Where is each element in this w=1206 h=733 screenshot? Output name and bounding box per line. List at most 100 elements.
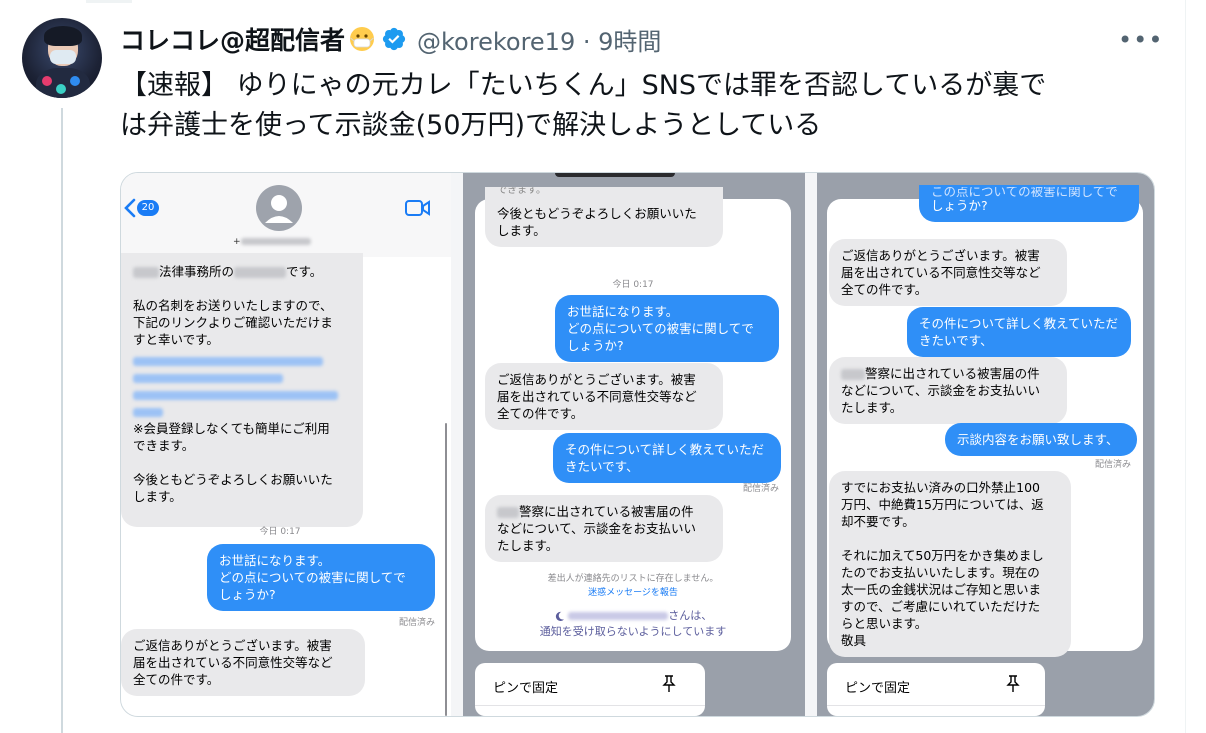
message-line: できます。 — [497, 187, 546, 195]
message-line: らと思います。 — [841, 616, 928, 631]
message-timestamp: 今日 0:17 — [612, 280, 654, 290]
message-line: ご返信ありがとうございます。被害 — [841, 248, 1040, 263]
message-line: 太一氏の金銭状況はご存知と思いま — [841, 582, 1042, 597]
message-line: それに加えて50万円をかき集めまし — [841, 548, 1044, 563]
video-camera-icon[interactable] — [405, 199, 431, 217]
tweet-text-line: 【速報】 ゆりにゃの元カレ「たいちくん」SNSでは罪を否認しているが裏で — [120, 70, 1047, 101]
screenshot-panel-1: 20 + 法律事務所の です。 私の名刺をお送りいたしますので、 下記のリンクより… — [121, 173, 451, 716]
incoming-message: 法律事務所の です。 私の名刺をお送りいたしますので、 下記のリンクよりご確認いた… — [121, 253, 363, 527]
outgoing-message: その件について詳しく教えていただ きたいです、 — [907, 307, 1131, 357]
outgoing-message: 示談内容をお願い致します、 — [945, 423, 1137, 456]
avatar-decoration — [42, 76, 52, 86]
incoming-message: 警察に出されている被害届の件 などについて、示談金をお支払いい たします。 — [485, 495, 723, 562]
message-line: しょうか? — [931, 198, 988, 213]
pin-icon — [662, 675, 676, 692]
message-line: 警察に出されている被害届の件 — [841, 365, 1055, 382]
message-line: します。 — [497, 223, 546, 238]
message-line: しょうか? — [219, 587, 276, 602]
unknown-sender-notice: 差出人が連絡先のリストに存在しません。 — [547, 574, 719, 584]
notch — [555, 173, 675, 177]
message-line: 今後ともどうぞよろしくお願いいた — [497, 206, 697, 221]
message-line: 警察に出されている被害届の件 — [497, 503, 711, 520]
message-line: その件について詳しく教えていただ — [919, 316, 1119, 331]
tweet-media[interactable]: 20 + 法律事務所の です。 私の名刺をお送りいたしますので、 下記のリンクより… — [120, 172, 1155, 717]
message-line: 全ての件です。 — [497, 406, 584, 421]
contact-number: + — [233, 237, 311, 247]
outgoing-message: お世話になります。 どの点についての被害に関してで しょうか? — [207, 544, 435, 611]
delivered-status: 配信済み — [743, 484, 780, 494]
redacted-link[interactable] — [133, 352, 351, 420]
incoming-message: 警察に出されている被害届の件 などについて、示談金をお支払いい たします。 — [829, 357, 1067, 424]
message-line: 私の名刺をお送りいたしますので、 — [133, 298, 333, 313]
incoming-message: ご返信ありがとうございます。被害 届を出されている不同意性交等など 全ての件です… — [485, 363, 723, 430]
redacted-number — [240, 238, 311, 245]
handle-and-time[interactable]: @korekore19 · 9時間 — [417, 22, 661, 57]
report-junk-link[interactable]: 迷惑メッセージを報告 — [475, 585, 791, 598]
message-line: などについて、示談金をお支払いい — [497, 521, 697, 536]
display-name[interactable]: コレコレ@超配信者 — [120, 21, 345, 57]
message-line: たします。 — [497, 538, 559, 553]
message-line: ご返信ありがとうございます。被害 — [133, 638, 332, 653]
verified-badge-icon — [382, 27, 406, 51]
message-line: できます。 — [133, 438, 195, 453]
message-line: などについて、示談金をお支払いい — [841, 383, 1041, 398]
message-line: お世話になります。 — [219, 553, 331, 568]
message-line: ※会員登録しなくても簡単にご利用 — [133, 421, 330, 436]
message-line: 全ての件です。 — [841, 282, 928, 297]
delivered-status: 配信済み — [399, 618, 436, 628]
plus-sign: + — [233, 237, 241, 247]
incoming-message: ご返信ありがとうございます。被害 届を出されている不同意性交等など 全ての件です… — [121, 629, 365, 696]
message-text: 警察に出されている被害届の件 — [519, 504, 694, 519]
avatar-decoration — [70, 76, 80, 86]
message-line: 示談内容をお願い致します、 — [957, 432, 1119, 447]
tweet-header: コレコレ@超配信者 @korekore19 · 9時間 — [120, 18, 661, 60]
contact-avatar-icon[interactable] — [256, 185, 302, 231]
user-avatar[interactable] — [22, 18, 102, 98]
tweet-text-line: は弁護士を使って示談金(50万円)で解決しようとしている — [120, 110, 822, 141]
panel-gap — [805, 173, 817, 716]
pin-icon — [1006, 675, 1020, 692]
message-line: します。 — [133, 489, 182, 504]
incoming-message: すでにお支払い済みの口外禁止100 万円、中絶費15万円については、返 却不要で… — [829, 471, 1071, 657]
message-line: 万円、中絶費15万円については、返 — [841, 497, 1044, 512]
avatar-mask — [50, 50, 76, 64]
unread-count-badge: 20 — [137, 200, 159, 216]
screenshot-panel-2: できます。 今後ともどうぞよろしくお願いいた します。 今日 0:17 お世話に… — [463, 173, 805, 716]
message-line: たします。 — [841, 400, 903, 415]
pin-menu-item[interactable]: ピンで固定 — [475, 663, 705, 716]
message-line: どの点についての被害に関してで — [567, 321, 754, 336]
screenshot-panel-3: この点についての被害に関してで しょうか? ご返信ありがとうございます。被害 届… — [817, 173, 1154, 716]
face-with-medical-mask-icon — [350, 27, 375, 51]
message-text: 法律事務所の — [159, 264, 235, 279]
chevron-left-icon[interactable] — [123, 198, 137, 218]
message-preview-card: この点についての被害に関してで しょうか? ご返信ありがとうございます。被害 届… — [827, 185, 1143, 657]
thread-line — [61, 108, 63, 733]
message-line: すでにお支払い済みの口外禁止100 — [841, 480, 1040, 495]
pin-label: ピンで固定 — [845, 681, 911, 696]
avatar-hair — [44, 26, 82, 46]
message-line: きたいです、 — [919, 333, 993, 348]
redacted-text — [497, 507, 519, 518]
panel-gap — [451, 173, 463, 716]
focus-notice-text: 通知を受け取らないようにしています — [539, 625, 727, 638]
message-line: この点についての被害に関してで — [931, 187, 1118, 197]
message-preview-card: できます。 今後ともどうぞよろしくお願いいた します。 今日 0:17 お世話に… — [475, 187, 791, 651]
more-icon[interactable]: ••• — [1118, 26, 1163, 54]
menu-divider — [475, 705, 705, 706]
redacted-text — [234, 267, 287, 278]
message-line: きたいです、 — [565, 459, 639, 474]
redacted-text — [568, 612, 669, 620]
delivered-status: 配信済み — [1095, 460, 1132, 470]
message-line: 届を出されている不同意性交等など — [133, 655, 333, 670]
message-line: 却不要です。 — [841, 514, 915, 529]
column-border — [1185, 0, 1186, 733]
scrollbar[interactable] — [445, 423, 447, 716]
message-timestamp: 今日 0:17 — [259, 527, 301, 537]
message-line: お世話になります。 — [567, 304, 679, 319]
pin-menu-item[interactable]: ピンで固定 — [827, 663, 1045, 716]
incoming-message: ご返信ありがとうございます。被害 届を出されている不同意性交等など 全ての件です… — [829, 239, 1067, 306]
message-line: すと幸いです。 — [133, 332, 219, 347]
avatar-decoration — [56, 84, 66, 94]
outgoing-message: この点についての被害に関してで しょうか? — [919, 185, 1139, 222]
message-line: 届を出されている不同意性交等など — [841, 265, 1041, 280]
